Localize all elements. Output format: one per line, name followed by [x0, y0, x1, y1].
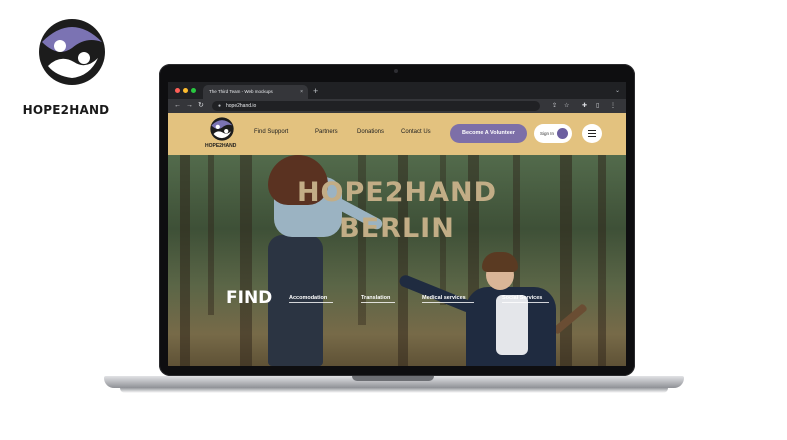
extension-icon[interactable]: ✚ [582, 99, 587, 113]
reload-icon[interactable]: ↻ [198, 99, 204, 113]
user-icon [557, 128, 568, 139]
laptop-screen: The Third Team - Web mockups × + ⌄ ← → ↻… [168, 82, 626, 366]
new-tab-button[interactable]: + [313, 84, 318, 98]
nav-partners[interactable]: Partners [315, 129, 338, 135]
nav-donations[interactable]: Donations [357, 129, 384, 135]
hero-title-line2: BERLIN [339, 213, 455, 244]
url-text: hope2hand.io [226, 103, 257, 109]
service-social[interactable]: Social Services [502, 295, 542, 301]
sign-in-label: Sign In [540, 131, 555, 136]
tab-close-icon[interactable]: × [300, 85, 303, 99]
address-bar[interactable]: ● hope2hand.io [212, 101, 540, 111]
browser-tab[interactable]: The Third Team - Web mockups × [203, 85, 308, 99]
forward-icon[interactable]: → [186, 99, 193, 113]
find-label: FIND [226, 288, 273, 308]
hope2hand-logo [38, 19, 105, 85]
back-icon[interactable]: ← [174, 99, 181, 113]
service-accomodation[interactable]: Accomodation [289, 295, 327, 301]
sign-in-button[interactable]: Sign In [534, 124, 572, 143]
share-icon[interactable]: ⇪ [552, 99, 557, 113]
service-medical[interactable]: Medical services [422, 295, 466, 301]
hero-title-line1: HOPE2HAND [296, 177, 498, 208]
star-icon[interactable]: ☆ [564, 99, 569, 113]
site-logo[interactable] [210, 117, 234, 141]
close-window-button[interactable] [175, 88, 180, 93]
tab-search-icon[interactable]: ⌄ [615, 84, 620, 98]
camera-dot [394, 69, 398, 73]
sidebar-icon[interactable]: ▯ [596, 99, 599, 113]
browser-toolbar: ← → ↻ ● hope2hand.io ⇪ ☆ ✚ ▯ ⋮ [168, 99, 626, 113]
site-header: HOPE2HAND Find Support Partners Donation… [168, 113, 626, 155]
lock-icon: ● [218, 103, 222, 109]
laptop-frame: The Third Team - Web mockups × + ⌄ ← → ↻… [159, 64, 635, 376]
browser-tab-bar: The Third Team - Web mockups × + ⌄ [168, 82, 626, 99]
website: HOPE2HAND Find Support Partners Donation… [168, 113, 626, 366]
brand-block: HOPE2HAND [22, 18, 112, 117]
minimize-window-button[interactable] [183, 88, 188, 93]
become-volunteer-button[interactable]: Become A Volunteer [450, 124, 527, 143]
laptop-notch [352, 376, 434, 381]
laptop-shadow [120, 388, 668, 393]
brand-name: HOPE2HAND [22, 103, 110, 117]
hamburger-menu-button[interactable] [582, 124, 602, 143]
hero-banner: HOPE2HAND BERLIN FIND Accomodation Trans… [168, 155, 626, 366]
site-logo-text: HOPE2HAND [205, 143, 237, 149]
maximize-window-button[interactable] [191, 88, 196, 93]
service-translation[interactable]: Translation [361, 295, 390, 301]
tab-title: The Third Team - Web mockups [209, 89, 273, 94]
more-icon[interactable]: ⋮ [610, 99, 616, 113]
nav-contact-us[interactable]: Contact Us [401, 129, 431, 135]
nav-find-support[interactable]: Find Support [254, 129, 288, 135]
